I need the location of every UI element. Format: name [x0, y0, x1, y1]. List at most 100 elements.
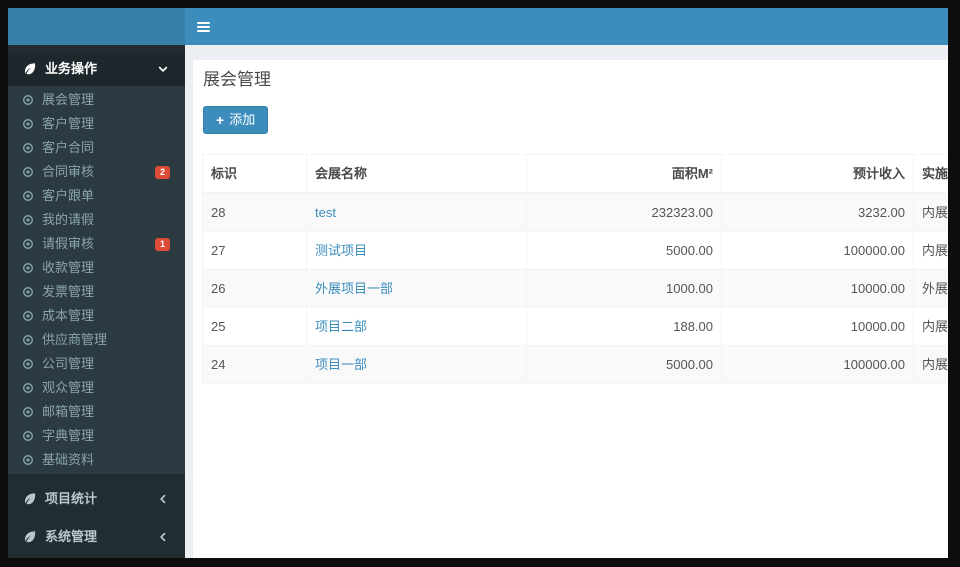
- dot-circle-icon: [22, 358, 34, 370]
- dot-circle-icon: [22, 166, 34, 178]
- exhibition-link[interactable]: test: [315, 205, 336, 220]
- dot-circle-icon: [22, 310, 34, 322]
- exhibition-link[interactable]: 外展项目一部: [315, 281, 393, 296]
- sidebar-item-label: 字典管理: [42, 428, 95, 443]
- cell-id: 28: [202, 192, 307, 232]
- sidebar-item-basic-data[interactable]: 基础资料: [8, 448, 185, 472]
- cell-income: 10000.00: [721, 307, 914, 346]
- sidebar-item-invoice-management[interactable]: 发票管理: [8, 280, 185, 304]
- dot-circle-icon: [22, 214, 34, 226]
- submenu-business-operations: 展会管理 客户管理 客户合同 合同审核 2 客户跟单 我的请假 请假审核 1 收…: [8, 86, 185, 474]
- sidebar-item-label: 客户合同: [42, 140, 95, 155]
- sidebar-item-label: 供应商管理: [42, 332, 108, 347]
- column-header-name: 会展名称: [306, 154, 527, 194]
- logo-area[interactable]: [8, 8, 185, 45]
- cell-department: 内展项目: [913, 345, 948, 384]
- dot-circle-icon: [22, 286, 34, 298]
- dot-circle-icon: [22, 238, 34, 250]
- sidebar: 业务操作 展会管理 客户管理 客户合同 合同审核 2 客户跟单 我的请假 请假审…: [8, 8, 185, 558]
- sidebar-item-cost-management[interactable]: 成本管理: [8, 304, 185, 328]
- table-header-row: 标识 会展名称 面积M² 预计收入 实施部门: [202, 154, 948, 194]
- leaf-icon: [23, 492, 37, 506]
- sidebar-item-label: 合同审核: [42, 164, 95, 179]
- table-row: 26 外展项目一部 1000.00 10000.00 外展项目: [202, 269, 948, 308]
- sidebar-section-system-management[interactable]: 系统管理: [8, 518, 185, 556]
- dot-circle-icon: [22, 430, 34, 442]
- sidebar-toggle-button[interactable]: [185, 8, 221, 45]
- column-header-id: 标识: [202, 154, 307, 194]
- dot-circle-icon: [22, 142, 34, 154]
- cell-id: 25: [202, 307, 307, 346]
- dot-circle-icon: [22, 94, 34, 106]
- sidebar-item-company-management[interactable]: 公司管理: [8, 352, 185, 376]
- app-window: 业务操作 展会管理 客户管理 客户合同 合同审核 2 客户跟单 我的请假 请假审…: [8, 8, 948, 558]
- exhibition-link[interactable]: 项目一部: [315, 357, 367, 372]
- sidebar-item-label: 邮箱管理: [42, 404, 95, 419]
- sidebar-item-customer-management[interactable]: 客户管理: [8, 112, 185, 136]
- section-label: 系统管理: [45, 529, 98, 544]
- exhibition-management-panel: 展会管理 + 添加 标识 会展名称 面积M² 预计收入 实施部门: [193, 60, 948, 558]
- dot-circle-icon: [22, 382, 34, 394]
- sidebar-item-mailbox-management[interactable]: 邮箱管理: [8, 400, 185, 424]
- chevron-left-icon: [157, 531, 169, 543]
- dot-circle-icon: [22, 262, 34, 274]
- sidebar-section-business-operations[interactable]: 业务操作: [8, 52, 185, 86]
- sidebar-item-exhibition-management[interactable]: 展会管理: [8, 88, 185, 112]
- sidebar-item-label: 展会管理: [42, 92, 95, 107]
- sidebar-item-payment-management[interactable]: 收款管理: [8, 256, 185, 280]
- topbar: [185, 8, 948, 45]
- sidebar-item-label: 发票管理: [42, 284, 95, 299]
- table-row: 25 项目二部 188.00 10000.00 内展项目: [202, 307, 948, 346]
- sidebar-item-label: 基础资料: [42, 452, 95, 467]
- cell-area: 5000.00: [526, 231, 722, 270]
- sidebar-item-audience-management[interactable]: 观众管理: [8, 376, 185, 400]
- dot-circle-icon: [22, 118, 34, 130]
- notification-badge: 1: [154, 237, 170, 251]
- sidebar-item-my-leave[interactable]: 我的请假: [8, 208, 185, 232]
- table-row: 28 test 232323.00 3232.00 内展项目: [202, 192, 948, 232]
- add-button[interactable]: + 添加: [203, 106, 269, 134]
- sidebar-section-project-statistics[interactable]: 项目统计: [8, 480, 185, 518]
- dot-circle-icon: [22, 190, 34, 202]
- sidebar-item-label: 收款管理: [42, 260, 95, 275]
- dot-circle-icon: [22, 334, 34, 346]
- section-label: 业务操作: [45, 61, 98, 76]
- cell-id: 24: [202, 345, 307, 384]
- cell-department: 内展项目: [913, 192, 948, 232]
- cell-income: 3232.00: [721, 192, 914, 232]
- sidebar-item-customer-contract[interactable]: 客户合同: [8, 136, 185, 160]
- exhibition-table: 标识 会展名称 面积M² 预计收入 实施部门 28 test 232323.00…: [202, 154, 948, 384]
- sidebar-item-label: 客户跟单: [42, 188, 95, 203]
- hamburger-icon: [196, 20, 210, 34]
- cell-area: 188.00: [526, 307, 722, 346]
- sidebar-item-customer-follow-up[interactable]: 客户跟单: [8, 184, 185, 208]
- cell-area: 232323.00: [526, 192, 722, 232]
- exhibition-link[interactable]: 项目二部: [315, 319, 367, 334]
- cell-income: 10000.00: [721, 269, 914, 308]
- sidebar-item-label: 客户管理: [42, 116, 95, 131]
- table-row: 24 项目一部 5000.00 100000.00 内展项目: [202, 345, 948, 384]
- cell-department: 内展项目: [913, 307, 948, 346]
- cell-id: 27: [202, 231, 307, 270]
- add-button-label: 添加: [229, 112, 256, 127]
- content-area: 展会管理 + 添加 标识 会展名称 面积M² 预计收入 实施部门: [185, 45, 948, 558]
- cell-area: 5000.00: [526, 345, 722, 384]
- sidebar-item-leave-review[interactable]: 请假审核 1: [8, 232, 185, 256]
- sidebar-menu: 业务操作 展会管理 客户管理 客户合同 合同审核 2 客户跟单 我的请假 请假审…: [8, 45, 185, 556]
- section-label: 项目统计: [45, 491, 98, 506]
- cell-id: 26: [202, 269, 307, 308]
- cell-department: 内展项目: [913, 231, 948, 270]
- cell-income: 100000.00: [721, 231, 914, 270]
- column-header-income: 预计收入: [721, 154, 914, 194]
- sidebar-item-supplier-management[interactable]: 供应商管理: [8, 328, 185, 352]
- dot-circle-icon: [22, 406, 34, 418]
- chevron-left-icon: [157, 493, 169, 505]
- sidebar-item-label: 公司管理: [42, 356, 95, 371]
- chevron-down-icon: [157, 63, 169, 75]
- exhibition-link[interactable]: 测试项目: [315, 243, 367, 258]
- sidebar-item-label: 观众管理: [42, 380, 95, 395]
- leaf-icon: [23, 62, 37, 76]
- sidebar-item-dictionary-management[interactable]: 字典管理: [8, 424, 185, 448]
- sidebar-item-contract-review[interactable]: 合同审核 2: [8, 160, 185, 184]
- page-title: 展会管理: [203, 70, 271, 89]
